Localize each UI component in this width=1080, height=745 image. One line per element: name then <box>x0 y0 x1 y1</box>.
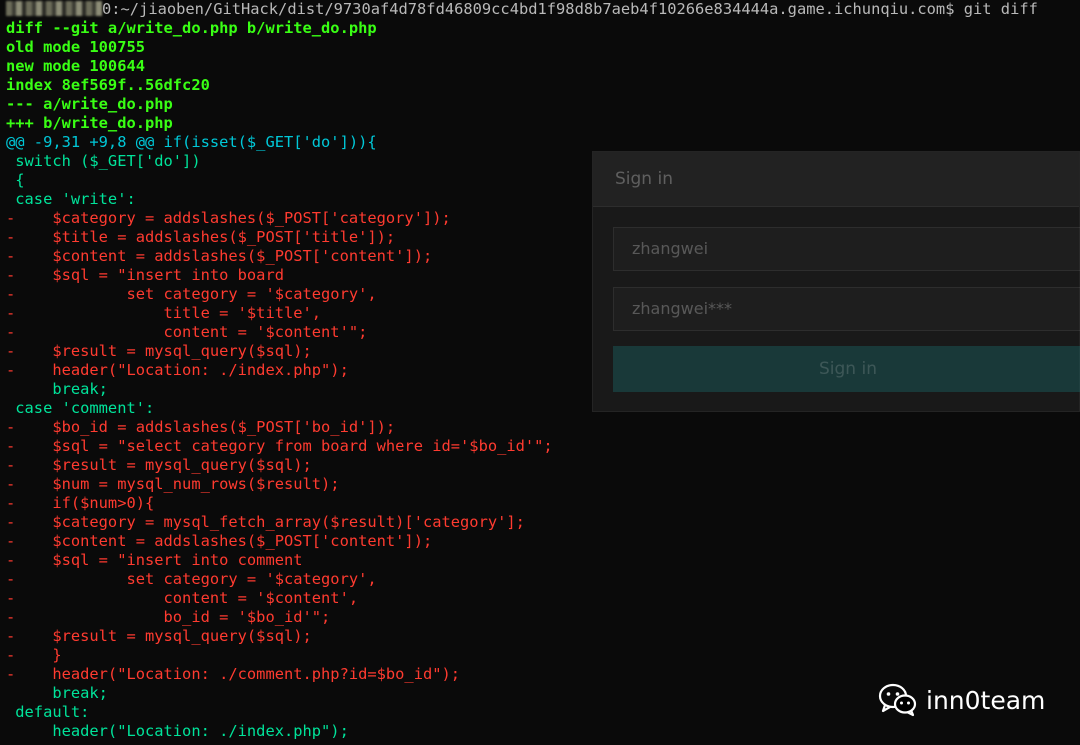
watermark-brand: inn0team <box>926 685 1046 715</box>
diff-context-line: { <box>6 171 25 189</box>
watermark: inn0team <box>878 680 1045 720</box>
diff-deleted-line: - $sql = "insert into comment <box>6 551 303 569</box>
diff-deleted-line: - $result = mysql_query($sql); <box>6 342 312 360</box>
diff-deleted-line: - $category = mysql_fetch_array($result)… <box>6 513 525 531</box>
diff-meta-line: index 8ef569f..56dfc20 <box>6 76 210 94</box>
diff-context-line: case 'write': <box>6 190 136 208</box>
diff-deleted-line: - $sql = "insert into board <box>6 266 284 284</box>
diff-meta-line: +++ b/write_do.php <box>6 114 173 132</box>
signin-button[interactable]: Sign in <box>613 346 1080 392</box>
diff-deleted-line: - $result = mysql_query($sql); <box>6 456 312 474</box>
diff-deleted-line: - set category = '$category', <box>6 285 377 303</box>
diff-deleted-line: - if($num>0){ <box>6 494 155 512</box>
diff-deleted-line: - $bo_id = addslashes($_POST['bo_id']); <box>6 418 396 436</box>
diff-context-line: header("Location: ./index.php"); <box>6 722 349 740</box>
diff-meta-line: --- a/write_do.php <box>6 95 173 113</box>
prompt-command: 0:~/jiaoben/GitHack/dist/9730af4d78fd468… <box>102 0 1038 18</box>
diff-context-line: default: <box>6 703 90 721</box>
diff-meta-line: new mode 100644 <box>6 57 145 75</box>
diff-deleted-line: - $title = addslashes($_POST['title']); <box>6 228 396 246</box>
prompt-line: 0:~/jiaoben/GitHack/dist/9730af4d78fd468… <box>6 0 1038 19</box>
wechat-icon <box>878 683 917 717</box>
diff-deleted-line: - bo_id = '$bo_id'"; <box>6 608 331 626</box>
diff-deleted-line: - title = '$title', <box>6 304 322 322</box>
diff-deleted-line: - $content = addslashes($_POST['content'… <box>6 532 433 550</box>
diff-context-line: case 'comment': <box>6 399 155 417</box>
signin-overlay: Sign in zhangwei zhangwei*** Sign in <box>592 151 1080 412</box>
signin-title: Sign in <box>593 152 1079 207</box>
username-field[interactable]: zhangwei <box>613 227 1080 271</box>
redacted-hostname <box>6 1 102 16</box>
diff-context-line: break; <box>6 684 108 702</box>
password-field[interactable]: zhangwei*** <box>613 287 1080 331</box>
diff-deleted-line: - $category = addslashes($_POST['categor… <box>6 209 451 227</box>
diff-meta-line: old mode 100755 <box>6 38 145 56</box>
diff-meta-line: diff --git a/write_do.php b/write_do.php <box>6 19 377 37</box>
diff-deleted-line: - $sql = "select category from board whe… <box>6 437 553 455</box>
diff-deleted-line: - $result = mysql_query($sql); <box>6 627 312 645</box>
diff-context-line: switch ($_GET['do']) <box>6 152 201 170</box>
diff-deleted-line: - set category = '$category', <box>6 570 377 588</box>
diff-deleted-line: - content = '$content'"; <box>6 323 368 341</box>
diff-deleted-line: - $content = addslashes($_POST['content'… <box>6 247 433 265</box>
diff-hunk-header: @@ -9,31 +9,8 @@ if(isset($_GET['do'])){ <box>6 133 377 151</box>
diff-deleted-line: - $num = mysql_num_rows($result); <box>6 475 340 493</box>
diff-deleted-line: - } <box>6 646 62 664</box>
diff-deleted-line: - header("Location: ./comment.php?id=$bo… <box>6 665 461 683</box>
diff-context-line: break; <box>6 380 108 398</box>
diff-deleted-line: - content = '$content', <box>6 589 359 607</box>
terminal-window[interactable]: 0:~/jiaoben/GitHack/dist/9730af4d78fd468… <box>0 0 1080 745</box>
diff-deleted-line: - header("Location: ./index.php"); <box>6 361 349 379</box>
